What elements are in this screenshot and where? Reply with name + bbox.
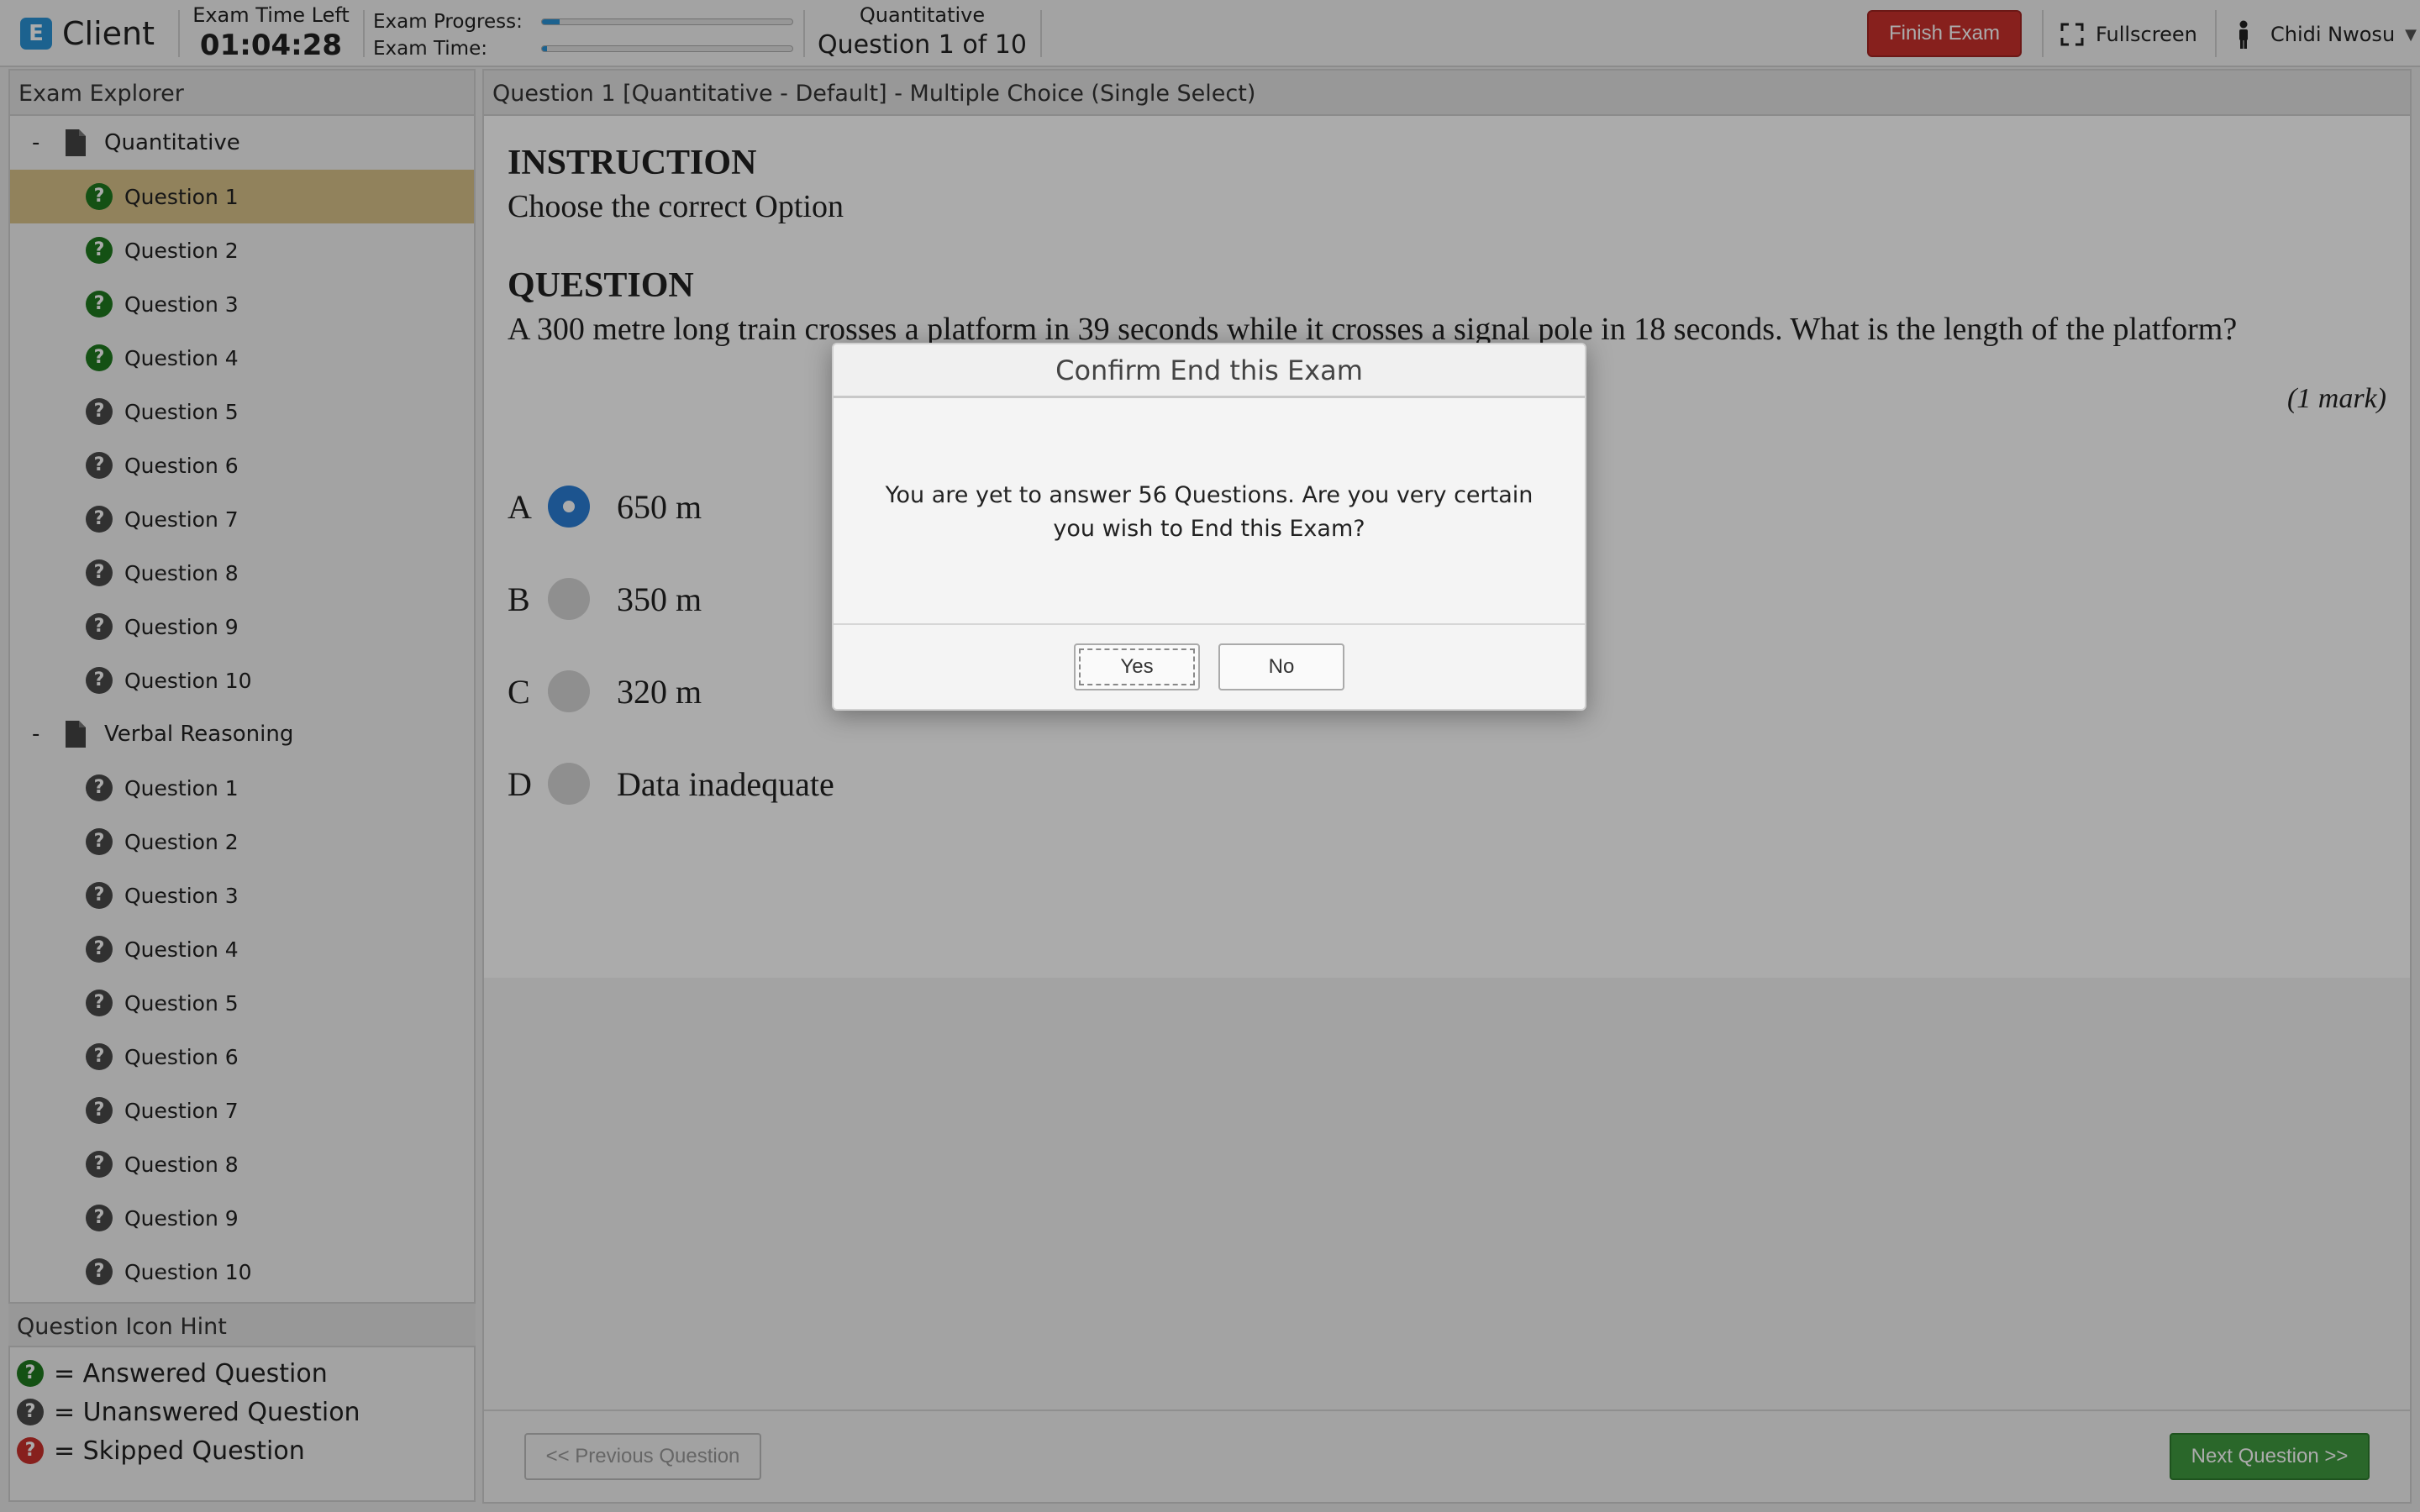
dialog-title: Confirm End this Exam <box>834 344 1585 398</box>
dialog-message: You are yet to answer 56 Questions. Are … <box>834 398 1585 625</box>
dialog-actions: Yes No <box>834 625 1585 709</box>
modal-overlay <box>0 0 2420 1512</box>
no-button[interactable]: No <box>1218 643 1344 690</box>
confirm-end-exam-dialog: Confirm End this Exam You are yet to ans… <box>832 343 1586 711</box>
yes-button[interactable]: Yes <box>1074 643 1200 690</box>
